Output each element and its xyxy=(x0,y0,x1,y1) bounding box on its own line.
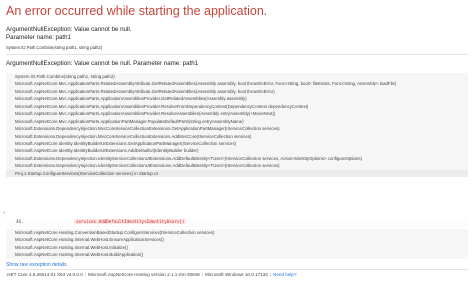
need-help-link[interactable]: Need help? xyxy=(273,272,297,277)
divider xyxy=(6,54,468,55)
expand-source-icon[interactable]: + xyxy=(3,210,5,215)
stack-frame[interactable]: Microsoft.AspNetCore.Mvc.ApplicationPart… xyxy=(6,118,468,125)
footer-hosting-version: Microsoft.AspNetCore.Hosting version 2.1… xyxy=(88,272,200,277)
stack-frame[interactable]: Microsoft.AspNetCore.Identity.IdentityBu… xyxy=(6,147,468,154)
page-title: An error occurred while starting the app… xyxy=(6,4,268,18)
footer-divider xyxy=(6,269,468,270)
source-snippet: 46. services.AddDefaultIdentity<Identity… xyxy=(6,219,468,227)
footer-runtime: .NET Core 4.6.26614.01 X64 v4.0.0.0 xyxy=(6,272,83,277)
stack-trace: System.IO.Path.Combine(string path1, str… xyxy=(6,73,468,178)
stack-frame[interactable]: Microsoft.Extensions.DependencyInjection… xyxy=(6,162,468,169)
stack-frame[interactable]: System.IO.Path.Combine(string path1, str… xyxy=(6,73,468,80)
source-line-number: 46. xyxy=(16,219,24,224)
exception-type: ArgumentNullException: Value cannot be n… xyxy=(6,26,132,33)
stack-frame[interactable]: Microsoft.Extensions.DependencyInjection… xyxy=(6,133,468,140)
stack-frame[interactable]: Microsoft.AspNetCore.Mvc.ApplicationPart… xyxy=(6,103,468,110)
footer-os: Microsoft Windows 10.0.17134 xyxy=(205,272,268,277)
show-raw-exception-link[interactable]: Show raw exception details xyxy=(6,262,67,268)
stack-frame-user-code[interactable]: Proj.1.Startup.ConfigureServices(IServic… xyxy=(6,169,468,178)
stack-frame[interactable]: Microsoft.Extensions.DependencyInjection… xyxy=(6,125,468,132)
stack-frame[interactable]: Microsoft.AspNetCore.Hosting.ConventionB… xyxy=(6,229,468,236)
exception-param: Parameter name: path1 xyxy=(6,34,72,41)
stack-frame[interactable]: Microsoft.AspNetCore.Mvc.ApplicationPart… xyxy=(6,110,468,117)
exception-method: System.IO.Path.Combine(string path1, str… xyxy=(6,45,103,50)
stack-frame[interactable]: Microsoft.AspNetCore.Hosting.Internal.We… xyxy=(6,251,468,258)
stack-frame[interactable]: Microsoft.AspNetCore.Hosting.Internal.We… xyxy=(6,236,468,243)
stack-frame[interactable]: Microsoft.Extensions.DependencyInjection… xyxy=(6,155,468,162)
stack-frame[interactable]: Microsoft.AspNetCore.Hosting.Internal.We… xyxy=(6,244,468,251)
exception-detail-title[interactable]: ArgumentNullException: Value cannot be n… xyxy=(6,60,198,67)
stack-trace-continued: Microsoft.AspNetCore.Hosting.ConventionB… xyxy=(6,229,468,259)
footer-separator: | xyxy=(84,272,86,277)
footer: .NET Core 4.6.26614.01 X64 v4.0.0.0 | Micr… xyxy=(6,272,297,277)
stack-frame[interactable]: Microsoft.AspNetCore.Mvc.ApplicationPart… xyxy=(6,80,468,87)
stack-frame[interactable]: Microsoft.AspNetCore.Identity.IdentityBu… xyxy=(6,140,468,147)
source-code-error-line: services.AddDefaultIdentity<IdentityUser… xyxy=(74,219,187,224)
footer-separator: | xyxy=(269,272,272,277)
footer-separator: | xyxy=(201,272,204,277)
stack-frame[interactable]: Microsoft.AspNetCore.Mvc.ApplicationPart… xyxy=(6,88,468,95)
stack-frame[interactable]: Microsoft.AspNetCore.Mvc.ApplicationPart… xyxy=(6,95,468,102)
